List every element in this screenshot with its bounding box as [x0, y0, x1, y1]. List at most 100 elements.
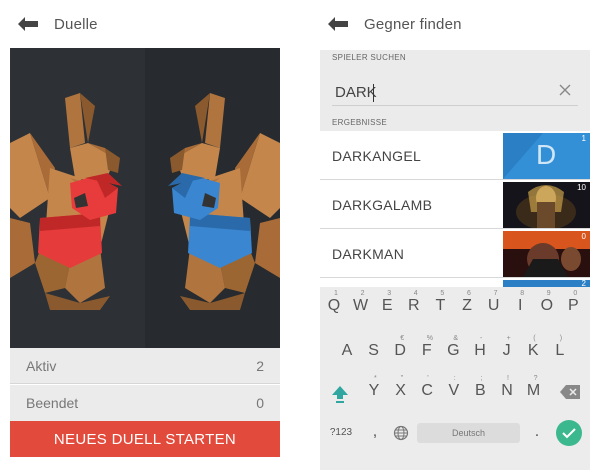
key-j[interactable]: J + — [495, 335, 519, 360]
shift-key-icon[interactable] — [330, 384, 350, 404]
key-v[interactable]: V: — [442, 375, 466, 400]
key-secondary: & — [453, 335, 459, 342]
key-secondary: 3 — [387, 290, 392, 297]
list-item[interactable]: 2 — [320, 279, 590, 288]
clear-icon[interactable] — [558, 82, 572, 96]
key-secondary: 9 — [546, 290, 551, 297]
search-area — [320, 66, 590, 115]
key-secondary: 5 — [440, 290, 445, 297]
key-letter: W — [353, 297, 369, 314]
key-letter: S — [368, 342, 379, 359]
avatar: 0 — [503, 231, 590, 277]
key-letter: K — [527, 342, 539, 359]
stat-value: 0 — [256, 395, 264, 411]
key-d[interactable]: D € — [388, 335, 412, 360]
key-f[interactable]: F% — [415, 335, 439, 360]
stat-row-finished[interactable]: Beendet 0 — [10, 385, 280, 421]
key-k[interactable]: K( — [521, 335, 545, 360]
start-new-duel-button[interactable]: NEUES DUELL STARTEN — [10, 421, 280, 457]
text-caret — [373, 84, 374, 102]
key-letter: N — [501, 382, 513, 399]
player-search-input[interactable] — [332, 80, 578, 106]
key-secondary: ' — [427, 375, 429, 382]
key-s[interactable]: S — [362, 342, 386, 360]
backspace-key-icon[interactable] — [560, 384, 580, 399]
enter-key[interactable] — [556, 420, 582, 446]
key-i[interactable]: I8 — [508, 290, 532, 315]
period-key[interactable]: . — [530, 423, 544, 441]
top-bar: Gegner finden — [320, 0, 590, 48]
key-letter: T — [435, 297, 446, 314]
back-arrow-icon[interactable] — [328, 16, 350, 32]
list-item[interactable]: DARKMAN 0 — [320, 230, 590, 278]
key-m[interactable]: M? — [522, 375, 546, 400]
key-secondary: ! — [507, 375, 509, 382]
avatar: 10 — [503, 182, 590, 228]
key-o[interactable]: O9 — [535, 290, 559, 315]
space-bar[interactable]: Deutsch — [417, 423, 520, 443]
boxing-kangaroos-image — [10, 93, 280, 310]
symbols-key[interactable]: ?123 — [326, 427, 356, 438]
page-title: Duelle — [54, 15, 98, 33]
globe-icon[interactable] — [393, 425, 409, 441]
key-secondary: 4 — [413, 290, 418, 297]
key-letter: R — [408, 297, 420, 314]
list-item[interactable]: DARKANGEL D 1 — [320, 132, 590, 180]
key-letter: Q — [327, 297, 341, 314]
stat-label: Beendet — [26, 395, 79, 411]
key-q[interactable]: Q1 — [322, 290, 346, 315]
key-x[interactable]: X " — [389, 375, 413, 400]
key-w[interactable]: W2 — [349, 290, 373, 315]
key-p[interactable]: P0 — [561, 290, 585, 315]
key-y[interactable]: Y * — [362, 375, 386, 400]
key-secondary: ( — [533, 335, 536, 342]
key-secondary: 1 — [334, 290, 338, 297]
key-g[interactable]: G & — [441, 335, 465, 360]
key-e[interactable]: E3 — [375, 290, 399, 315]
page-title: Gegner finden — [364, 15, 462, 33]
find-opponent-screen: Gegner finden SPIELER SUCHEN ERGEBNISSE … — [320, 0, 590, 470]
key-h[interactable]: H- — [468, 335, 492, 360]
player-name: DARKGALAMB — [332, 197, 433, 213]
key-t[interactable]: T5 — [428, 290, 452, 315]
key-letter: E — [381, 297, 393, 314]
key-secondary: € — [400, 335, 405, 342]
key-letter: U — [487, 297, 500, 314]
key-l[interactable]: L) — [548, 335, 572, 360]
avatar: D 1 — [503, 133, 590, 179]
key-secondary: * — [374, 375, 377, 382]
key-z[interactable]: Z6 — [455, 290, 479, 315]
key-letter: C — [421, 382, 433, 399]
key-secondary: - — [480, 335, 483, 342]
key-letter: G — [447, 342, 460, 359]
key-n[interactable]: N! — [495, 375, 519, 400]
key-secondary: 7 — [493, 290, 498, 297]
duels-screen: Duelle Aktiv 2 Beendet 0 NEUES DUELL STA… — [10, 0, 280, 470]
back-arrow-icon[interactable] — [18, 16, 40, 32]
key-secondary: ? — [533, 375, 538, 382]
key-secondary: + — [506, 335, 511, 342]
key-secondary: 8 — [520, 290, 525, 297]
key-letter: D — [394, 342, 406, 359]
stat-row-active[interactable]: Aktiv 2 — [10, 348, 280, 384]
key-b[interactable]: B; — [468, 375, 492, 400]
key-u[interactable]: U7 — [482, 290, 506, 315]
stat-label: Aktiv — [26, 357, 57, 374]
key-letter: I — [517, 297, 523, 314]
key-letter: M — [526, 382, 541, 399]
key-r[interactable]: R4 — [402, 290, 426, 315]
list-item[interactable]: DARKGALAMB 10 — [320, 181, 590, 229]
comma-key[interactable]: , — [368, 423, 382, 441]
key-secondary: 6 — [467, 290, 471, 297]
key-secondary: 0 — [573, 290, 578, 297]
key-c[interactable]: C ' — [415, 375, 439, 400]
player-name: DARKMAN — [332, 246, 405, 262]
on-screen-keyboard: Q 1 W 2 E 3 R 4 T 5 Z 6 U 7 I 8 O 9 P 0 A S D € F% G & H - J + K(L) Y * X "… — [320, 287, 590, 470]
search-section-header: SPIELER SUCHEN — [320, 50, 590, 66]
result-count: 0 — [581, 232, 586, 241]
key-secondary: : — [453, 375, 456, 382]
key-a[interactable]: A — [335, 342, 359, 360]
result-count: 10 — [577, 183, 586, 192]
key-letter: O — [540, 297, 554, 314]
result-count: 1 — [581, 134, 586, 143]
